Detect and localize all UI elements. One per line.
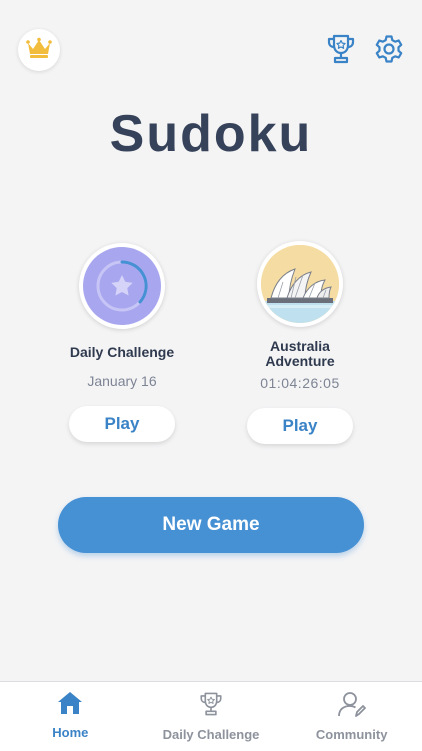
australia-adventure-timer: 01:04:26:05: [260, 375, 340, 391]
sydney-opera-house-icon: [261, 245, 339, 323]
australia-adventure-badge[interactable]: [257, 241, 343, 327]
home-icon: [57, 691, 83, 720]
gear-icon: [374, 34, 404, 69]
australia-adventure-card: Australia Adventure 01:04:26:05 Play: [215, 241, 385, 444]
premium-button[interactable]: [18, 29, 60, 71]
tab-home-label: Home: [52, 725, 89, 740]
australia-adventure-play-button[interactable]: Play: [247, 408, 353, 444]
daily-challenge-badge[interactable]: [79, 243, 165, 329]
tab-community-label: Community: [315, 727, 388, 742]
bottom-tab-bar: Home Daily Challenge Community: [0, 681, 422, 751]
crown-icon: [26, 37, 52, 64]
new-game-button[interactable]: New Game: [58, 497, 364, 553]
tab-daily-challenge[interactable]: Daily Challenge: [141, 682, 282, 751]
daily-challenge-card: Daily Challenge January 16 Play: [37, 243, 207, 442]
daily-challenge-play-button[interactable]: Play: [69, 406, 175, 442]
tab-home[interactable]: Home: [0, 682, 141, 751]
trophy-icon: [326, 33, 356, 70]
tab-daily-challenge-label: Daily Challenge: [162, 727, 260, 742]
achievements-button[interactable]: [325, 34, 357, 68]
trophy-icon: [198, 691, 224, 722]
user-edit-icon: [337, 691, 366, 722]
star-icon: [111, 275, 133, 296]
tab-community[interactable]: Community: [281, 682, 422, 751]
page-title: Sudoku: [109, 105, 313, 163]
settings-button[interactable]: [372, 34, 406, 68]
australia-adventure-title: Australia Adventure: [265, 338, 335, 369]
daily-progress-ring: [96, 260, 148, 312]
daily-challenge-title: Daily Challenge: [69, 344, 175, 360]
daily-challenge-date: January 16: [87, 373, 157, 389]
